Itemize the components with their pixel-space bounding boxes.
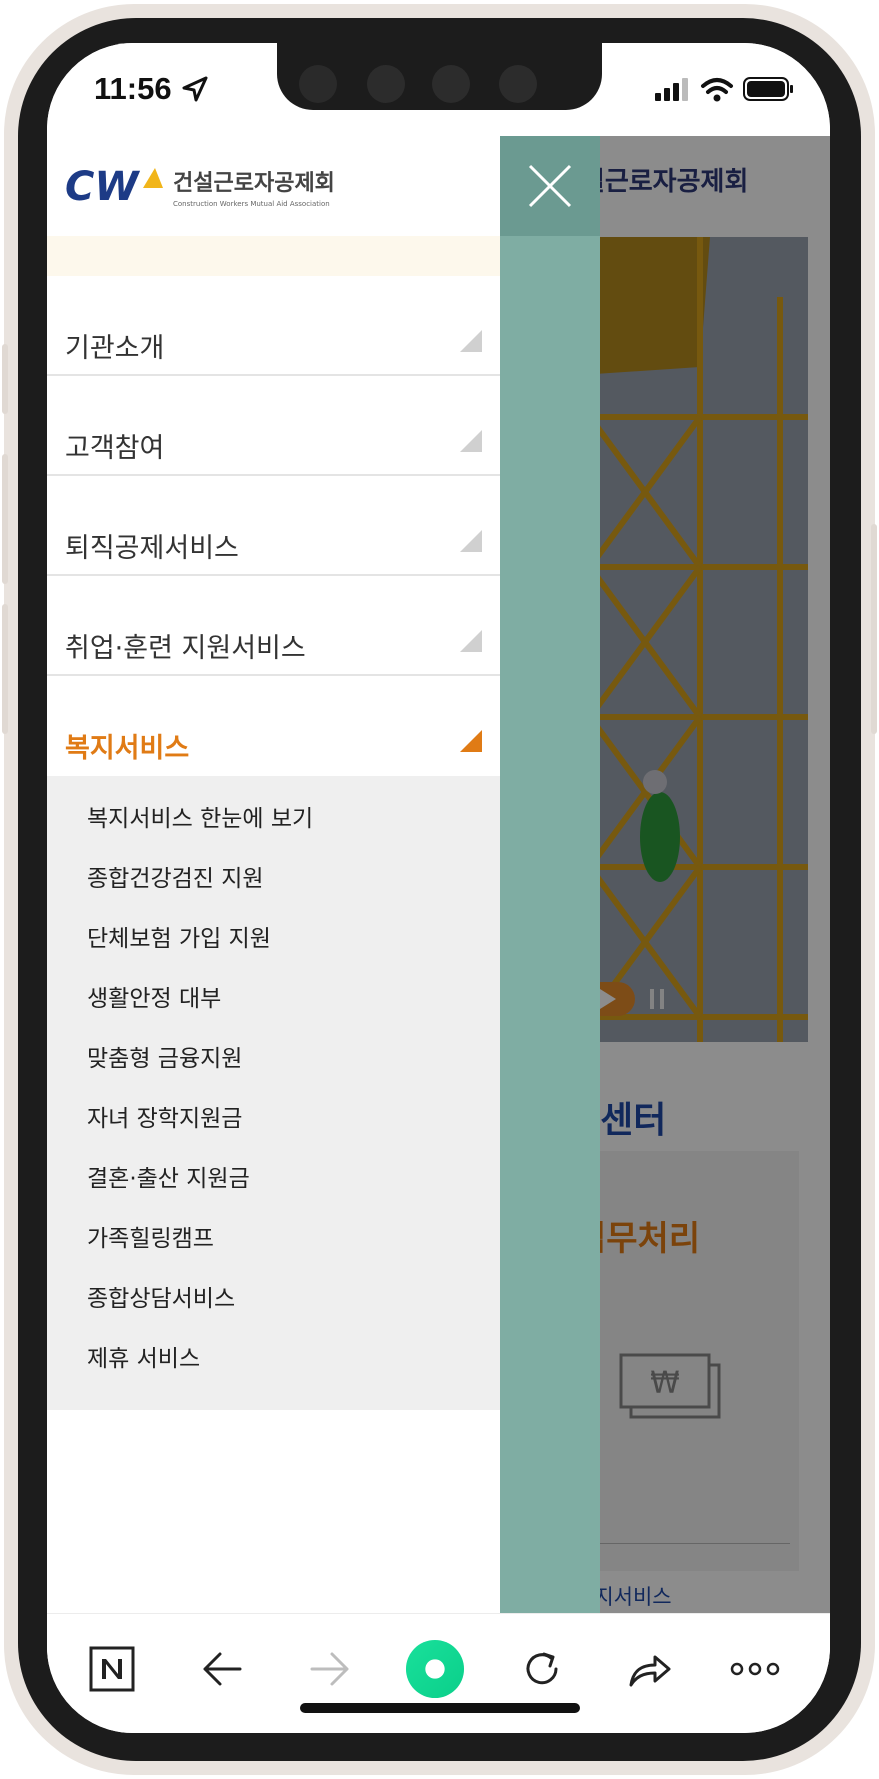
- submenu-item[interactable]: 제휴 서비스: [47, 1340, 500, 1400]
- status-icons: [655, 75, 795, 109]
- submenu-item[interactable]: 가족힐링캠프: [47, 1220, 500, 1280]
- drawer-banner-strip: [47, 236, 500, 276]
- menu-item-label: 복지서비스: [65, 733, 190, 764]
- reload-icon: [526, 1652, 558, 1685]
- naver-n-icon: [89, 1646, 135, 1692]
- cellular-signal-icon: [655, 78, 688, 101]
- menu-item-label: 고객참여: [65, 433, 165, 464]
- menu-item-label: 퇴직공제서비스: [65, 533, 239, 564]
- naver-green-dot-button[interactable]: [405, 1639, 465, 1699]
- corner-triangle-icon: [460, 730, 482, 752]
- menu-item-retirement[interactable]: 퇴직공제서비스: [47, 476, 500, 576]
- wifi-icon: [701, 78, 733, 102]
- sensor-dot: [367, 65, 405, 103]
- location-arrow-icon: [182, 76, 208, 102]
- mute-switch: [2, 344, 8, 414]
- more-button[interactable]: [725, 1639, 785, 1699]
- nav-drawer: CW 건설근로자공제회 Construction Workers Mutual …: [47, 136, 500, 1613]
- status-time: 11:56: [94, 71, 172, 106]
- status-bar: 11:56: [47, 43, 830, 136]
- submenu-item[interactable]: 생활안정 대부: [47, 980, 500, 1040]
- share-button[interactable]: [620, 1639, 680, 1699]
- menu-item-about[interactable]: 기관소개: [47, 276, 500, 376]
- close-icon: [528, 164, 572, 208]
- corner-triangle-icon: [460, 430, 482, 452]
- submenu-item[interactable]: 결혼·출산 지원금: [47, 1160, 500, 1220]
- back-arrow-icon: [203, 1652, 242, 1686]
- menu-item-welfare[interactable]: 복지서비스: [47, 676, 500, 776]
- power-button: [871, 524, 877, 734]
- battery-icon: [743, 77, 793, 101]
- front-camera: [299, 65, 337, 103]
- menu-item-customer[interactable]: 고객참여: [47, 376, 500, 476]
- naver-home-button[interactable]: [82, 1639, 142, 1699]
- submenu-item[interactable]: 자녀 장학지원금: [47, 1100, 500, 1160]
- submenu-item[interactable]: 종합건강검진 지원: [47, 860, 500, 920]
- back-button[interactable]: [192, 1639, 252, 1699]
- sensor-dot: [499, 65, 537, 103]
- close-button[interactable]: [500, 136, 600, 236]
- volume-up-button: [2, 454, 8, 584]
- home-indicator[interactable]: [300, 1703, 580, 1713]
- screen: 건설근로자공제회 보센터 업무처리 ₩ 복지서비스 11:56 CW 건설근로자…: [47, 43, 830, 1733]
- browser-toolbar: [47, 1613, 830, 1733]
- close-panel: [500, 136, 600, 1613]
- menu-item-label: 기관소개: [65, 333, 165, 364]
- svg-text:CW: CW: [65, 164, 140, 210]
- share-icon: [629, 1655, 671, 1687]
- submenu-item[interactable]: 맞춤형 금융지원: [47, 1040, 500, 1100]
- submenu-item[interactable]: 단체보험 가입 지원: [47, 920, 500, 980]
- menu-item-label: 취업·훈련 지원서비스: [65, 633, 306, 664]
- forward-button[interactable]: [300, 1639, 360, 1699]
- logo-name-kr: 건설근로자공제회: [173, 171, 335, 196]
- corner-triangle-icon: [460, 530, 482, 552]
- corner-triangle-icon: [460, 330, 482, 352]
- drawer-logo[interactable]: CW 건설근로자공제회 Construction Workers Mutual …: [65, 160, 345, 224]
- notch: [277, 43, 602, 110]
- submenu-item[interactable]: 종합상담서비스: [47, 1280, 500, 1340]
- main-menu: 기관소개 고객참여 퇴직공제서비스 취업·훈련 지원서비스 복지서비스 복지서비…: [47, 276, 500, 1410]
- submenu-item[interactable]: 복지서비스 한눈에 보기: [47, 800, 500, 860]
- menu-item-employment[interactable]: 취업·훈련 지원서비스: [47, 576, 500, 676]
- forward-arrow-icon: [310, 1652, 349, 1686]
- more-icon: [730, 1662, 780, 1676]
- sensor-dot: [432, 65, 470, 103]
- corner-triangle-icon: [460, 630, 482, 652]
- naver-green-dot-icon: [405, 1639, 465, 1699]
- logo-name-en: Construction Workers Mutual Aid Associat…: [173, 200, 330, 208]
- volume-down-button: [2, 604, 8, 734]
- cw-logo-mark: CW: [65, 164, 163, 210]
- welfare-submenu: 복지서비스 한눈에 보기 종합건강검진 지원 단체보험 가입 지원 생활안정 대…: [47, 776, 500, 1410]
- reload-button[interactable]: [512, 1639, 572, 1699]
